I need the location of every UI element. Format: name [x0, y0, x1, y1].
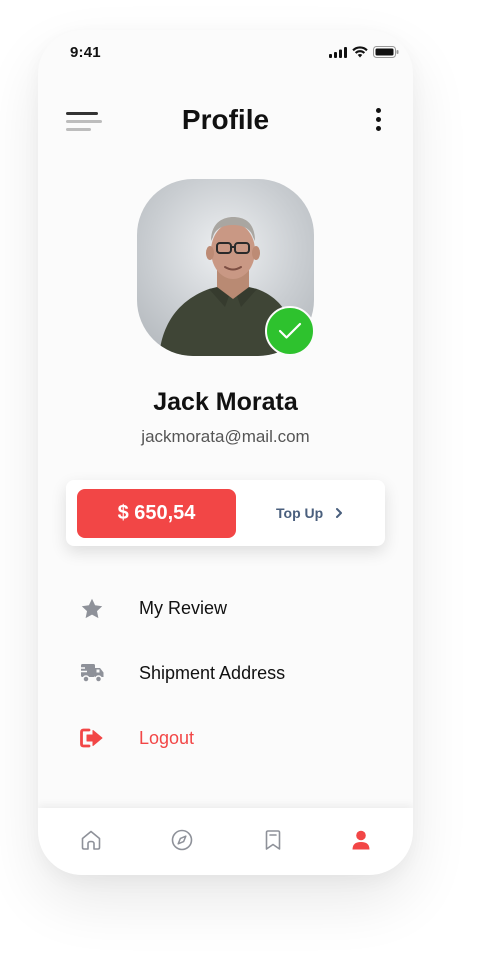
truck-icon [79, 664, 104, 683]
nav-tab-saved[interactable] [258, 825, 288, 855]
menu-item-my-review[interactable]: My Review [78, 588, 378, 628]
user-name: Jack Morata [153, 388, 298, 416]
star-icon [81, 598, 103, 618]
compass-icon [171, 829, 193, 851]
signal-icon [329, 46, 347, 58]
bottom-nav [38, 808, 413, 875]
top-up-label: Top Up [276, 505, 324, 521]
balance-amount: $ 650,54 [77, 489, 236, 538]
header: Profile [38, 100, 413, 144]
nav-tab-home[interactable] [76, 825, 106, 855]
menu-item-label: Logout [139, 727, 195, 748]
avatar-container [137, 179, 315, 356]
phone-screen: 9:41 Profile Jack Morata jackmorata@mail… [38, 30, 413, 875]
verified-badge [265, 306, 315, 356]
home-icon [81, 830, 101, 850]
menu-item-label: My Review [139, 597, 228, 618]
balance-card: $ 650,54 Top Up [66, 480, 385, 546]
user-email: jackmorata@mail.com [141, 427, 310, 446]
chevron-right-icon [336, 508, 343, 518]
status-time: 9:41 [70, 44, 101, 61]
top-up-button[interactable]: Top Up [276, 480, 343, 546]
status-icons [329, 46, 399, 58]
logout-icon [80, 728, 103, 748]
nav-tab-profile[interactable] [346, 825, 376, 855]
check-icon [278, 322, 302, 339]
nav-tab-explore[interactable] [167, 825, 197, 855]
battery-icon [373, 46, 399, 58]
wifi-icon [352, 46, 368, 58]
menu-item-label: Shipment Address [139, 662, 286, 683]
more-vertical-icon [376, 108, 381, 113]
page-title: Profile [181, 104, 270, 135]
bookmark-icon [265, 830, 281, 850]
more-options-button[interactable] [371, 106, 387, 134]
status-bar: 9:41 [38, 30, 413, 76]
user-icon [352, 830, 370, 850]
menu-item-logout[interactable]: Logout [78, 718, 378, 758]
menu-item-shipment-address[interactable]: Shipment Address [78, 653, 378, 693]
